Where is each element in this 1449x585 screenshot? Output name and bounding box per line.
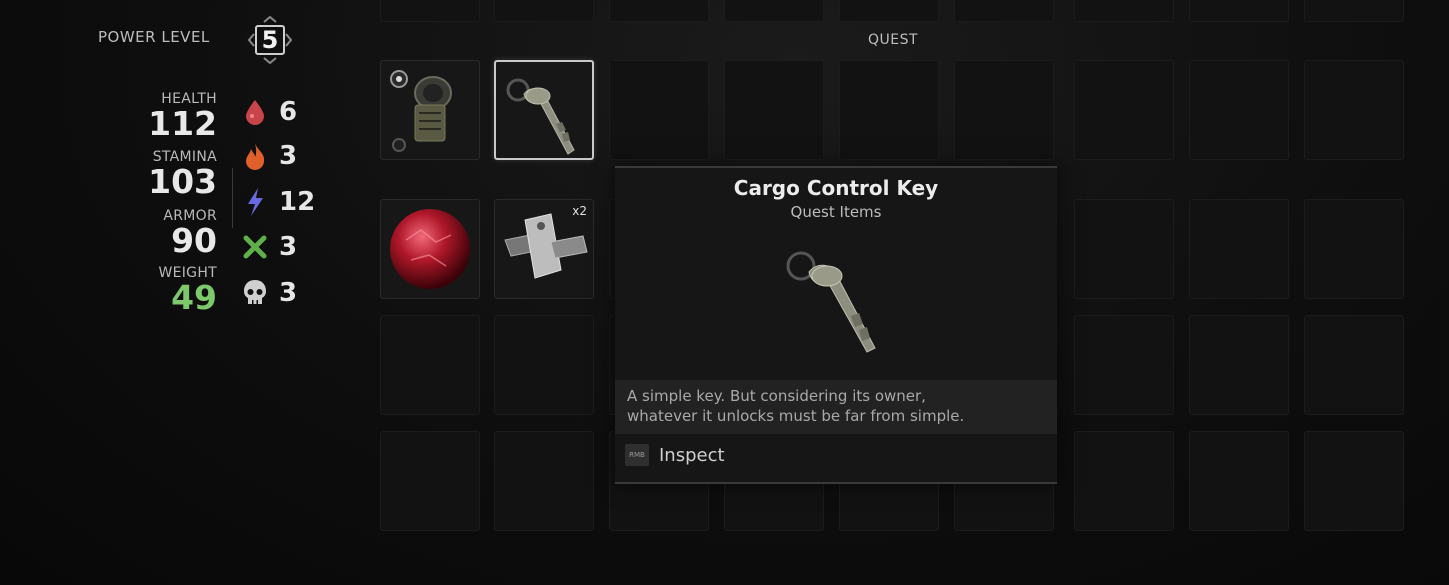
inventory-slot-empty[interactable] (1074, 60, 1174, 160)
item-tooltip: Cargo Control Key Quest Items A simple k… (615, 166, 1057, 484)
inventory-slot-empty[interactable] (1189, 315, 1289, 415)
stat-stamina-value: 103 (148, 162, 217, 201)
radio-device-icon (390, 70, 452, 152)
tooltip-description-line-2: whatever it unlocks must be far from sim… (627, 407, 965, 425)
inventory-slot-empty[interactable] (609, 60, 709, 160)
inventory-slot-empty[interactable] (609, 0, 709, 22)
key-icon (506, 78, 575, 155)
power-level-label: POWER LEVEL (98, 28, 210, 46)
stat-stamina: STAMINA 103 (148, 149, 217, 198)
stats-divider (232, 168, 233, 228)
inventory-slot-cargo-control-key[interactable] (494, 60, 594, 160)
inventory-slot-empty[interactable] (839, 60, 939, 160)
resistance-acid-value: 3 (279, 232, 298, 262)
inventory-slot-empty[interactable] (839, 0, 939, 22)
resistance-bleed-value: 6 (279, 97, 298, 127)
inventory-slot-empty[interactable] (494, 315, 594, 415)
power-level: POWER LEVEL 5 (98, 15, 293, 65)
inventory-slot-empty[interactable] (380, 0, 480, 22)
fire-icon (240, 141, 270, 171)
resistance-fire: 3 (240, 141, 297, 171)
power-level-value: 5 (261, 26, 279, 54)
inventory-slot-empty[interactable] (954, 60, 1054, 160)
inventory-slot-empty[interactable] (1189, 431, 1289, 531)
inventory-slot-empty[interactable] (1304, 315, 1404, 415)
lightning-icon (240, 187, 270, 217)
tooltip-subtitle: Quest Items (790, 203, 882, 221)
resistance-fire-value: 3 (279, 141, 298, 171)
inventory-slot-empty[interactable] (1074, 0, 1174, 22)
stat-weight: WEIGHT 49 (158, 265, 217, 314)
inventory-slot-metal-plates[interactable]: x2 (494, 199, 594, 299)
tooltip-title: Cargo Control Key (733, 176, 939, 200)
inventory-slot-empty[interactable] (1304, 431, 1404, 531)
inventory-slot-empty[interactable] (1304, 60, 1404, 160)
crossed-bones-icon (240, 232, 270, 262)
right-mouse-button-icon: RMB (625, 444, 649, 466)
inventory-slot-empty[interactable] (494, 431, 594, 531)
resistance-shock: 12 (240, 187, 315, 217)
item-stack-count: x2 (572, 204, 587, 218)
resistance-shock-value: 12 (279, 187, 316, 217)
stat-armor: ARMOR 90 (163, 208, 217, 257)
inventory-slot-empty[interactable] (1189, 60, 1289, 160)
inventory-slot-empty[interactable] (954, 0, 1054, 22)
stat-weight-value: 49 (171, 278, 217, 317)
stat-health: HEALTH 112 (148, 91, 217, 140)
stat-armor-value: 90 (171, 221, 217, 260)
resistance-blight-value: 3 (279, 278, 298, 308)
power-level-badge: 5 (244, 14, 296, 66)
inventory-slot-empty[interactable] (1304, 199, 1404, 299)
blood-drop-icon (240, 97, 270, 127)
red-orb-icon (390, 209, 470, 289)
inventory-slot-empty[interactable] (724, 0, 824, 22)
inventory-slot-empty[interactable] (1189, 0, 1289, 22)
stat-health-value: 112 (148, 104, 217, 143)
inventory-slot-empty[interactable] (1304, 0, 1404, 22)
inventory-slot-empty[interactable] (494, 0, 594, 22)
tooltip-description-line-1: A simple key. But considering its owner, (627, 387, 926, 405)
inventory-slot-red-orb[interactable] (380, 199, 480, 299)
skull-icon (240, 278, 270, 308)
resistance-bleed: 6 (240, 97, 297, 127)
inventory-slot-empty[interactable] (1074, 199, 1174, 299)
inventory-slot-empty[interactable] (1189, 199, 1289, 299)
inventory-slot-empty[interactable] (724, 60, 824, 160)
inventory-slot-empty[interactable] (1074, 431, 1174, 531)
inspect-action[interactable]: RMB Inspect (625, 444, 725, 466)
inventory-section-label: QUEST (868, 32, 919, 48)
inventory-slot-empty[interactable] (1074, 315, 1174, 415)
inventory-slot-empty[interactable] (380, 315, 480, 415)
resistance-acid: 3 (240, 232, 297, 262)
resistance-blight: 3 (240, 278, 297, 308)
inventory-slot-radio-device[interactable] (380, 60, 480, 160)
tooltip-description: A simple key. But considering its owner,… (615, 380, 1057, 434)
key-preview-icon (786, 251, 876, 353)
inventory-slot-empty[interactable] (380, 431, 480, 531)
inspect-label: Inspect (659, 444, 725, 466)
